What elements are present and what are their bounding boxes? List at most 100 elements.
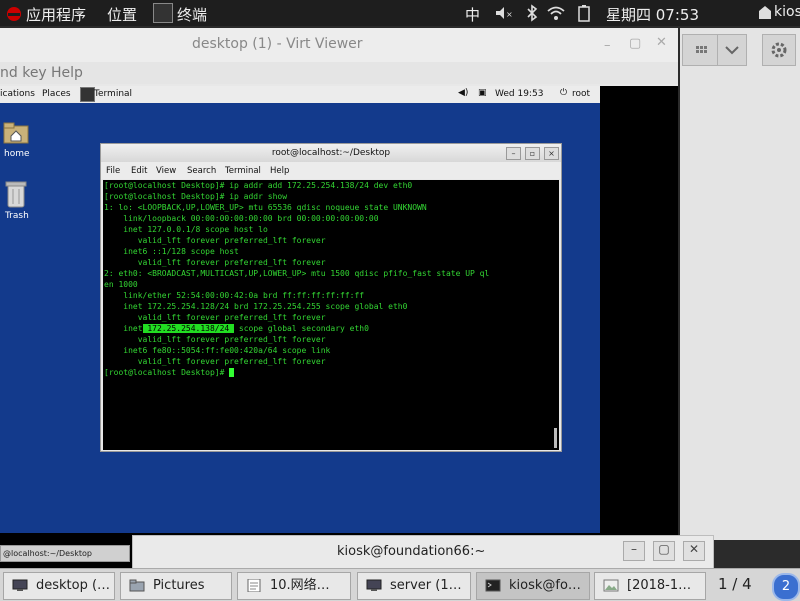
terminal-line: valid_lft forever preferred_lft forever xyxy=(104,258,326,267)
terminal-line: link/loopback 00:00:00:00:00:00 brd 00:0… xyxy=(104,214,379,223)
kiosk-terminal-window: kiosk@foundation66:~ – ▢ ✕ xyxy=(132,535,714,571)
terminal-line: 1: lo: <LOOPBACK,UP,LOWER_UP> mtu 65536 … xyxy=(104,203,427,212)
terminal-menu-edit[interactable]: Edit xyxy=(131,166,147,176)
guest-taskbar-terminal-item[interactable]: @localhost:~/Desktop xyxy=(0,545,130,562)
maximize-button[interactable]: ▢ xyxy=(629,36,641,51)
guest-clock[interactable]: Wed 19:53 xyxy=(495,89,543,99)
folder-icon xyxy=(129,579,145,592)
redhat-logo-icon xyxy=(4,3,24,23)
image-icon xyxy=(603,579,619,592)
taskbar-item-kiosk-terminal[interactable]: kiosk@fo… xyxy=(476,572,590,600)
host-top-bar: 应用程序 位置 终端 中 × 星期四 07:53 kiosk xyxy=(0,0,800,26)
terminal-app-icon xyxy=(153,3,173,23)
battery-icon[interactable] xyxy=(574,3,594,23)
svg-text:×: × xyxy=(506,10,513,19)
guest-user-menu[interactable]: root xyxy=(572,89,590,99)
workspace-switcher-icon[interactable]: 2 xyxy=(772,573,800,601)
taskbar-item-pictures[interactable]: Pictures xyxy=(120,572,232,600)
workspace-indicator[interactable]: 1 / 4 xyxy=(718,575,752,593)
taskbar-item-label: Pictures xyxy=(153,578,205,593)
terminal-line: valid_lft forever preferred_lft forever xyxy=(104,313,326,322)
terminal-minimize-button[interactable]: – xyxy=(506,147,521,160)
trash-icon-label: Trash xyxy=(5,211,29,221)
terminal-maximize-button[interactable]: ▫ xyxy=(525,147,540,160)
terminal-app-menu[interactable]: 终端 xyxy=(177,4,207,25)
places-menu[interactable]: 位置 xyxy=(107,4,137,25)
terminal-line: inet6 fe80::5054:ff:fe00:420a/64 scope l… xyxy=(104,346,331,355)
guest-user-icon: ⏻ xyxy=(560,88,568,98)
terminal-line-secondary-ip: inet 172.25.254.138/24 scope global seco… xyxy=(104,323,369,334)
terminal-menu-help[interactable]: Help xyxy=(270,166,289,176)
guest-terminal-titlebar: root@localhost:~/Desktop – ▫ × xyxy=(101,144,561,162)
terminal-line: inet6 ::1/128 scope host xyxy=(104,247,239,256)
terminal-icon xyxy=(485,579,501,592)
menu-send-key[interactable]: nd key xyxy=(0,65,47,81)
taskbar-item-label: 10.网络… xyxy=(270,578,330,593)
applications-menu[interactable]: 应用程序 xyxy=(26,4,86,25)
taskbar-item-server[interactable]: server (1… xyxy=(357,572,471,600)
terminal-menu-search[interactable]: Search xyxy=(187,166,216,176)
wifi-icon[interactable] xyxy=(546,3,566,23)
guest-terminal-menu[interactable]: Terminal xyxy=(94,89,132,99)
clock[interactable]: 星期四 07:53 xyxy=(606,4,699,25)
chevron-down-icon[interactable] xyxy=(717,34,747,66)
taskbar-item-label: server (1… xyxy=(390,578,462,593)
terminal-prompt: [root@localhost Desktop]# xyxy=(104,368,230,377)
monitor-icon xyxy=(12,579,28,591)
taskbar-item-label: [2018-1… xyxy=(627,578,692,593)
terminal-line: valid_lft forever preferred_lft forever xyxy=(104,335,326,344)
terminal-line: inet 172.25.254.128/24 brd 172.25.254.25… xyxy=(104,302,408,311)
terminal-prompt-line: [root@localhost Desktop]# xyxy=(104,367,235,378)
terminal-line-prefix: inet xyxy=(104,324,143,333)
taskbar-item-label: kiosk@fo… xyxy=(509,578,581,593)
highlighted-ip: 172.25.254.138/24 xyxy=(142,324,235,333)
terminal-menu-file[interactable]: File xyxy=(106,166,120,176)
monitor-icon xyxy=(366,579,382,591)
minimize-button[interactable]: – xyxy=(604,38,611,53)
terminal-line: en 1000 xyxy=(104,280,138,289)
terminal-line: valid_lft forever preferred_lft forever xyxy=(104,357,326,366)
guest-top-bar: ications Places Terminal ◀) ▣ Wed 19:53 … xyxy=(0,86,600,104)
guest-terminal-menubar: File Edit View Search Terminal Help xyxy=(101,162,561,179)
terminal-line: valid_lft forever preferred_lft forever xyxy=(104,236,326,245)
taskbar-item-editor[interactable]: 10.网络… xyxy=(237,572,351,600)
trash-icon[interactable] xyxy=(4,179,28,209)
guest-applications-menu[interactable]: ications xyxy=(0,89,35,99)
view-grid-button[interactable] xyxy=(682,34,718,66)
viewer-title: desktop (1) - Virt Viewer xyxy=(192,36,363,52)
menu-help[interactable]: Help xyxy=(51,65,83,81)
terminal-output[interactable]: [root@localhost Desktop]# ip addr add 17… xyxy=(103,180,559,450)
guest-volume-icon[interactable]: ◀) xyxy=(458,88,468,98)
viewer-titlebar: desktop (1) - Virt Viewer – ▢ ✕ xyxy=(0,28,678,62)
home-folder-icon[interactable] xyxy=(2,118,30,146)
terminal-line: [root@localhost Desktop]# ip addr add 17… xyxy=(104,181,413,190)
terminal-line: link/ether 52:54:00:00:42:0a brd ff:ff:f… xyxy=(104,291,365,300)
guest-taskbar-terminal-label: @localhost:~/Desktop xyxy=(3,549,92,558)
viewer-menubar: nd key Help xyxy=(0,62,678,84)
guest-terminal-title: root@localhost:~/Desktop xyxy=(271,148,391,158)
input-method-indicator[interactable]: 中 xyxy=(465,4,480,25)
terminal-scrollbar[interactable] xyxy=(554,428,557,448)
guest-places-menu[interactable]: Places xyxy=(42,89,71,99)
taskbar-item-screenshot[interactable]: [2018-1… xyxy=(594,572,706,600)
text-editor-icon xyxy=(247,579,261,592)
guest-terminal-icon xyxy=(80,87,95,102)
terminal-line: [root@localhost Desktop]# ip addr show xyxy=(104,192,288,201)
guest-network-icon[interactable]: ▣ xyxy=(478,88,487,98)
terminal-close-button[interactable]: × xyxy=(544,147,559,160)
close-button[interactable]: ✕ xyxy=(656,35,667,50)
terminal-menu-view[interactable]: View xyxy=(156,166,176,176)
terminal-menu-terminal[interactable]: Terminal xyxy=(225,166,261,176)
kiosk-close-button[interactable]: ✕ xyxy=(683,541,705,561)
terminal-line: inet 127.0.0.1/8 scope host lo xyxy=(104,225,268,234)
bluetooth-icon[interactable] xyxy=(522,3,542,23)
taskbar-item-desktop[interactable]: desktop (… xyxy=(3,572,115,600)
kiosk-maximize-button[interactable]: ▢ xyxy=(653,541,675,561)
guest-terminal-window: root@localhost:~/Desktop – ▫ × File Edit… xyxy=(100,143,562,452)
terminal-line-suffix: scope global secondary eth0 xyxy=(238,324,369,333)
user-icon xyxy=(755,3,775,23)
kiosk-minimize-button[interactable]: – xyxy=(623,541,645,561)
volume-icon[interactable]: × xyxy=(493,3,513,23)
gear-icon[interactable] xyxy=(762,34,796,66)
user-menu[interactable]: kiosk xyxy=(774,4,800,20)
